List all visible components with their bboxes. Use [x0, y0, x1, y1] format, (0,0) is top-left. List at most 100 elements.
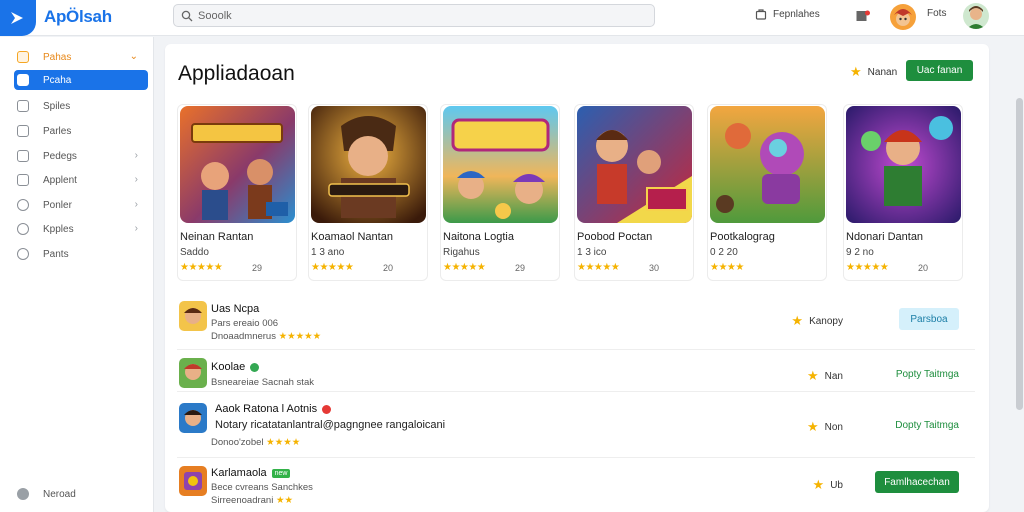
tag-icon [17, 150, 29, 162]
list-item-title-text: Koolae [211, 361, 246, 373]
sidebar-item-label: Parles [43, 125, 72, 137]
app-card-rating: 20 [382, 263, 393, 273]
app-card[interactable]: Ndonari Dantan 9 2 no ★★★★★ 20 [843, 104, 963, 281]
list-action-link[interactable]: Dopty Taitmga [895, 420, 959, 431]
app-card[interactable]: Koamaol Nantan 1 3 ano ★★★★★ 20 [308, 104, 428, 281]
app-card-name: Poobod Poctan [577, 231, 653, 243]
app-card[interactable]: Poobod Poctan 1 3 ico ★★★★★ 30 [574, 104, 694, 281]
sidebar-item-applent[interactable]: Applent › [14, 170, 148, 190]
list-item-line: Bsneareiae Sacnah stak [211, 377, 314, 388]
app-card-rating: 30 [648, 263, 659, 273]
top-bar: ApÖlsah Fepnlahes Fots [0, 0, 1024, 36]
list-item[interactable]: Uas Ncpa Pars ereaio 006 Dnoaadmnerus ★★… [177, 294, 975, 350]
scrollbar[interactable] [1016, 98, 1023, 410]
game-art-thumbnail [180, 106, 295, 223]
sidebar-item-pcaha[interactable]: Pcaha [14, 70, 148, 90]
list-item-status: ★ Ub [813, 477, 843, 493]
list-item[interactable]: Koolae Bsneareiae Sacnah stak ★ Nan Popty… [177, 350, 975, 392]
app-card-sub: 9 2 no [846, 247, 874, 258]
alert-icon [322, 404, 332, 414]
app-thumbnail [179, 403, 207, 433]
star-icon: ★ [791, 313, 804, 328]
star-rating: ★★★★★ [180, 262, 223, 273]
list-item-status-text: Kanopy [809, 315, 843, 327]
game-art-thumbnail [577, 106, 692, 223]
apps-icon [17, 174, 29, 186]
pin-icon [17, 223, 29, 235]
game-art-thumbnail [311, 106, 426, 223]
new-badge: new [271, 468, 291, 478]
user-label[interactable]: Fots [927, 8, 946, 19]
sidebar-item-pahas[interactable]: Pahas ⌄ [14, 47, 148, 67]
app-logo-text[interactable]: ApÖlsah [44, 7, 112, 27]
app-card-name: Naitona Logtia [443, 231, 514, 243]
grid-icon [17, 100, 29, 112]
list-item-line: Donoo'zobel ★★★★ [211, 437, 300, 448]
star-rating: ★★★★ [710, 262, 744, 273]
app-card[interactable]: Pootkalograg 0 2 20 ★★★★ [707, 104, 827, 281]
list-item[interactable]: Karlamaola new Bece cvreans Sanchkes Sirr… [177, 458, 975, 512]
sidebar-item-label: Ponler [43, 199, 72, 211]
game-art-thumbnail [710, 106, 825, 223]
list-item-status-text: Non [824, 421, 843, 433]
list-item-status: ★ Nan [807, 368, 843, 384]
notification-icon[interactable] [856, 9, 870, 27]
sidebar-item-ponler[interactable]: Ponler › [14, 195, 148, 215]
bag-icon [755, 9, 767, 20]
top-nav-label: Fepnlahes [773, 8, 820, 20]
list-item[interactable]: Aaok Ratona l Aotnis Notary ricatatanlan… [177, 392, 975, 458]
chevron-right-icon: › [134, 174, 138, 185]
app-card-rating: 29 [251, 263, 262, 273]
list-item-title: Aaok Ratona l Aotnis [215, 403, 332, 415]
list-item-status-text: Nan [824, 370, 843, 382]
sidebar-item-parles[interactable]: Parles [14, 121, 148, 141]
list-item-status: ★ Kanopy [791, 313, 843, 329]
verified-icon [250, 362, 260, 372]
star-rating: ★★★★★ [846, 262, 889, 273]
rank-label: ★ Nanan [850, 64, 897, 80]
list-item-description: Notary ricatatanlantral@pagngnee rangalo… [215, 419, 446, 431]
sidebar-item-kpples[interactable]: Kpples › [14, 219, 148, 239]
sidebar-item-label: Kpples [43, 223, 74, 235]
app-card-name: Pootkalograg [710, 231, 775, 243]
list-item-title-text: Karlamaola [211, 467, 267, 479]
rank-button[interactable]: Uac fanan [906, 60, 973, 81]
chevron-right-icon: › [134, 223, 138, 234]
app-card-rating: 29 [514, 263, 525, 273]
list-action-button[interactable]: Parsboa [899, 308, 959, 330]
chevron-down-icon: ⌄ [129, 51, 138, 62]
sidebar-item-label: Applent [43, 174, 77, 186]
star-icon: ★ [806, 419, 819, 434]
sidebar-item-pedegs[interactable]: Pedegs › [14, 146, 148, 166]
list-item-line: Sirreenoadrani ★★ [211, 495, 293, 506]
list-item-title: Karlamaola new [211, 467, 291, 479]
list-item-line: Bece cvreans Sanchkes [211, 482, 313, 493]
app-card-sub: Rigahus [443, 247, 480, 258]
app-card[interactable]: Neinan Rantan Saddo ★★★★★ 29 [177, 104, 297, 281]
sidebar-item-spiles[interactable]: Spiles [14, 96, 148, 116]
logo-icon[interactable] [0, 0, 36, 36]
sidebar-item-label: Spiles [43, 100, 71, 112]
chevron-right-icon: › [134, 199, 138, 210]
list-item-status-text: Ub [830, 479, 843, 491]
star-rating: ★★★★★ [278, 331, 322, 342]
star-rating: ★★★★ [266, 437, 301, 448]
sidebar-footer[interactable]: Neroad [14, 484, 148, 504]
game-avatar[interactable] [890, 4, 916, 30]
sidebar-footer-label: Neroad [43, 488, 76, 500]
sidebar-item-pants[interactable]: Pants [14, 244, 148, 264]
app-card[interactable]: Naitona Logtia Rigahus ★★★★★ 29 [440, 104, 560, 281]
app-card-sub: Saddo [180, 247, 209, 258]
list-item-line-text: Sirreenoadrani [211, 495, 274, 506]
list-action-link[interactable]: Popty Taitmga [896, 369, 959, 380]
app-card-name: Ndonari Dantan [846, 231, 924, 243]
top-nav-item[interactable]: Fepnlahes [755, 8, 820, 20]
search-input[interactable] [198, 8, 638, 24]
home-icon [17, 74, 29, 86]
star-icon: ★ [806, 368, 819, 383]
user-avatar[interactable] [963, 3, 989, 29]
app-thumbnail [179, 358, 207, 388]
main-panel: Appliadaoan ★ Nanan Uac fanan Neinan Ran… [165, 44, 989, 512]
list-action-button[interactable]: Famlhacechan [875, 471, 959, 493]
search-bar[interactable] [173, 4, 655, 27]
